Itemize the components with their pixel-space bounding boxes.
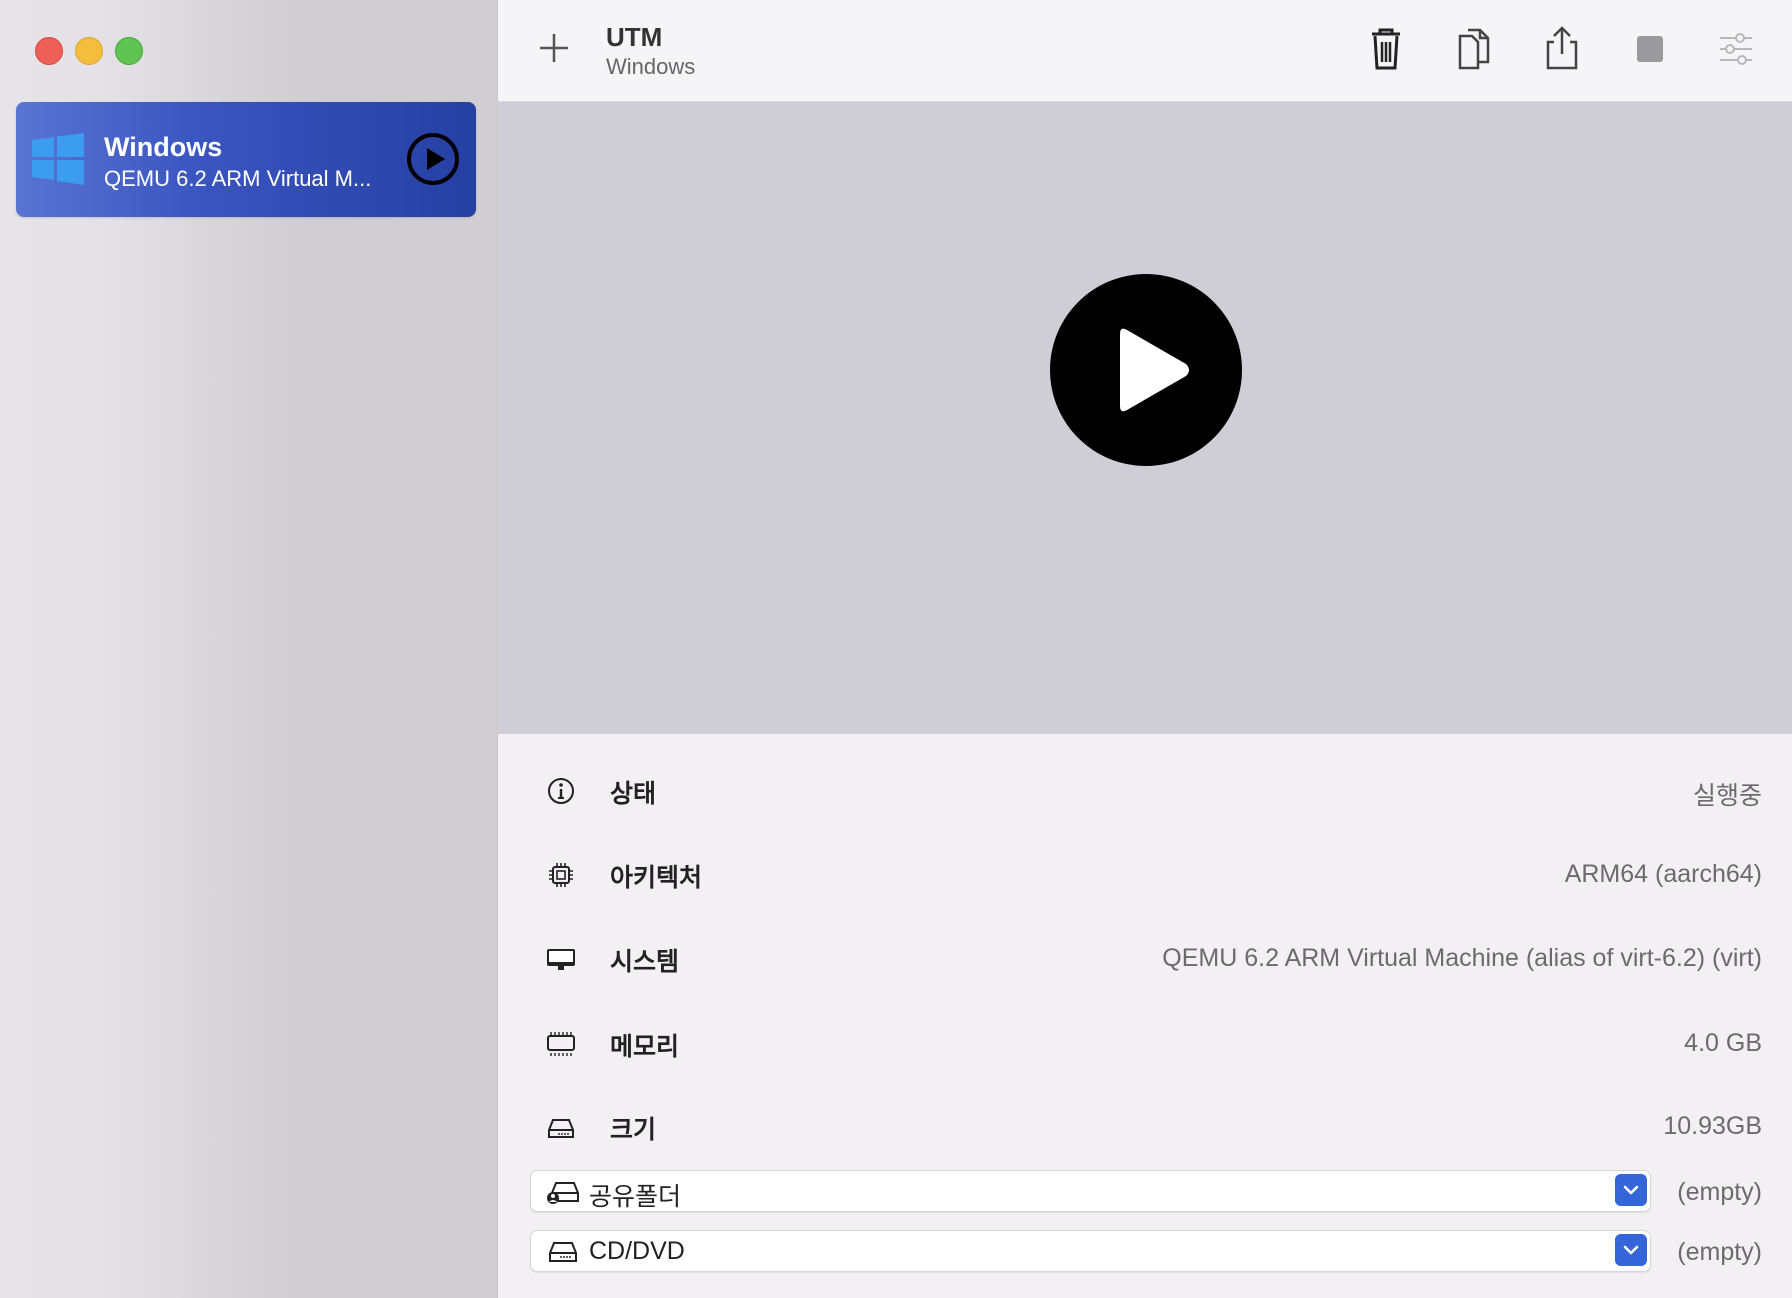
plus-icon[interactable] (536, 30, 572, 66)
share-icon[interactable] (1540, 24, 1584, 74)
play-button-icon[interactable] (1050, 274, 1242, 466)
window-minimize-button[interactable] (75, 37, 103, 65)
vm-details: 상태 실행중 아키텍처 ARM64 (aarch64) 시스템 QEMU 6.2… (498, 734, 1792, 1298)
cpu-icon (549, 863, 573, 887)
detail-value: 실행중 (1692, 782, 1762, 810)
vm-name: Windows (104, 132, 223, 162)
window-maximize-button[interactable] (115, 37, 143, 65)
detail-label: 시스템 (610, 948, 680, 976)
detail-value: QEMU 6.2 ARM Virtual Machine (alias of v… (1162, 944, 1762, 972)
toolbar: UTM Windows (498, 0, 1792, 102)
cd-dvd-label: CD/DVD (589, 1237, 685, 1265)
detail-row-system: 시스템 QEMU 6.2 ARM Virtual Machine (alias … (498, 928, 1792, 988)
detail-row-status: 상태 실행중 (498, 760, 1792, 820)
vm-play-button-icon[interactable] (406, 132, 460, 186)
window-close-button[interactable] (35, 37, 63, 65)
chevron-down-icon[interactable] (1615, 1174, 1647, 1206)
info-icon (548, 778, 574, 804)
detail-label: 크기 (610, 1116, 657, 1144)
shared-drive-icon (547, 1182, 579, 1204)
toolbar-title: UTM (606, 22, 663, 52)
sidebar: Windows QEMU 6.2 ARM Virtual M... (0, 0, 498, 1298)
detail-value: 4.0 GB (1684, 1029, 1762, 1057)
clone-icon[interactable] (1452, 24, 1496, 74)
vm-subtitle: QEMU 6.2 ARM Virtual M... (104, 166, 372, 191)
detail-row-memory: 메모리 4.0 GB (498, 1013, 1792, 1073)
detail-value: 10.93GB (1663, 1112, 1762, 1140)
detail-row-size: 크기 10.93GB (498, 1096, 1792, 1156)
drive-icon (549, 1242, 577, 1262)
trash-icon[interactable] (1364, 24, 1408, 74)
cd-dvd-value: (empty) (1677, 1238, 1762, 1266)
detail-label: 메모리 (610, 1033, 680, 1061)
toolbar-subtitle: Windows (606, 54, 696, 79)
vm-list-item[interactable]: Windows QEMU 6.2 ARM Virtual M... (16, 102, 476, 217)
shared-folder-label: 공유폴더 (589, 1183, 682, 1211)
shared-folder-select[interactable]: 공유폴더 (530, 1170, 1651, 1212)
detail-label: 아키텍처 (610, 864, 703, 892)
settings-sliders-icon[interactable] (1714, 24, 1758, 74)
detail-row-architecture: 아키텍처 ARM64 (aarch64) (498, 844, 1792, 904)
windows-logo-icon (32, 133, 84, 185)
memory-icon (547, 1032, 575, 1056)
shared-folder-value: (empty) (1677, 1178, 1762, 1206)
vm-preview (498, 102, 1792, 734)
detail-label: 상태 (610, 780, 657, 808)
disk-icon (548, 1119, 574, 1138)
detail-value: ARM64 (aarch64) (1564, 860, 1762, 888)
cd-dvd-select[interactable]: CD/DVD (530, 1230, 1651, 1272)
display-icon (547, 949, 575, 970)
chevron-down-icon[interactable] (1615, 1234, 1647, 1266)
stop-icon[interactable] (1628, 24, 1672, 74)
